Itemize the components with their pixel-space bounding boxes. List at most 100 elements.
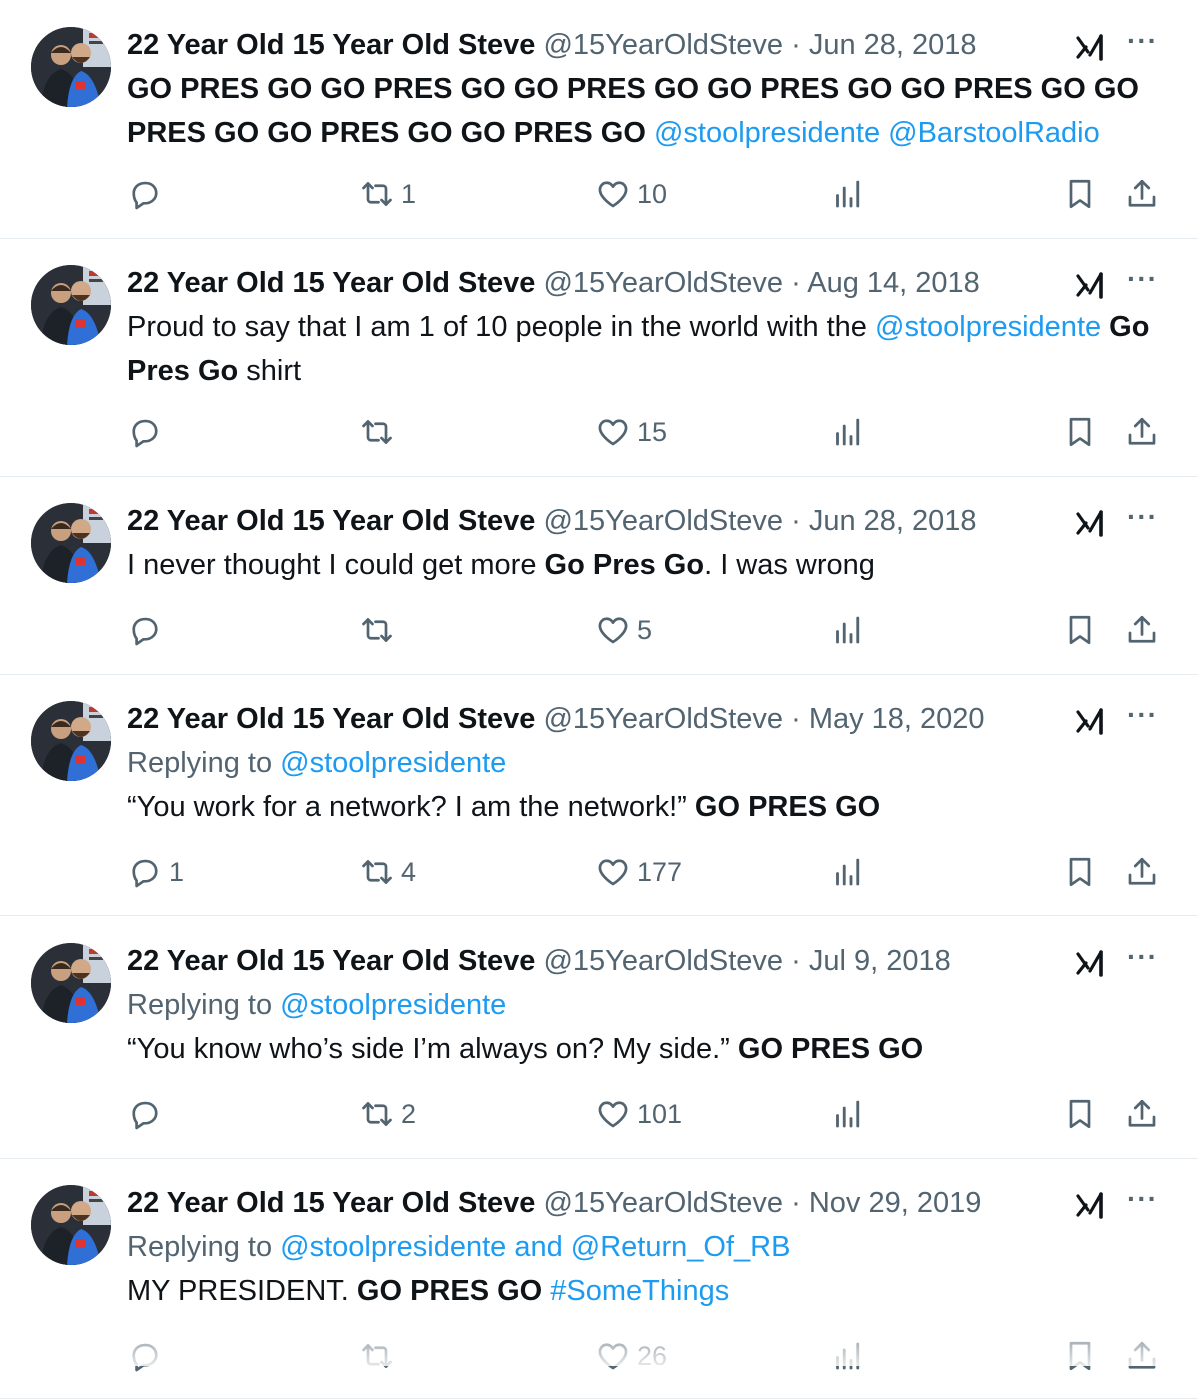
- grok-icon[interactable]: [1074, 704, 1108, 738]
- like-button[interactable]: 10: [595, 174, 667, 214]
- tweet[interactable]: 22 Year Old 15 Year Old Steve @15YearOld…: [0, 675, 1198, 916]
- retweet-button[interactable]: [359, 412, 401, 452]
- grok-icon[interactable]: [1074, 946, 1108, 980]
- grok-icon[interactable]: [1074, 30, 1108, 64]
- reply-button[interactable]: [127, 1336, 169, 1376]
- tweet[interactable]: 22 Year Old 15 Year Old Steve @15YearOld…: [0, 0, 1198, 239]
- bookmark-button[interactable]: [1062, 174, 1098, 214]
- avatar[interactable]: [31, 701, 111, 781]
- views-button[interactable]: [830, 852, 866, 892]
- avatar[interactable]: [31, 943, 111, 1023]
- retweet-button[interactable]: [359, 1336, 401, 1376]
- share-button[interactable]: [1124, 1336, 1160, 1376]
- author-name[interactable]: 22 Year Old 15 Year Old Steve: [127, 945, 535, 977]
- grok-icon[interactable]: [1074, 1188, 1108, 1222]
- author-name[interactable]: 22 Year Old 15 Year Old Steve: [127, 505, 535, 537]
- views-button[interactable]: [830, 1336, 866, 1376]
- bookmark-button[interactable]: [1062, 1336, 1098, 1376]
- like-button[interactable]: 101: [595, 1094, 682, 1134]
- text-segment: . I was wrong: [704, 549, 875, 581]
- author-name[interactable]: 22 Year Old 15 Year Old Steve: [127, 267, 535, 299]
- text-segment: “You work for a network? I am the networ…: [127, 791, 695, 823]
- avatar[interactable]: [31, 503, 111, 583]
- author-handle-date[interactable]: @15YearOldSteve · May 18, 2020: [543, 703, 984, 735]
- retweet-count: 1: [401, 178, 417, 209]
- replying-users-link[interactable]: @stoolpresidente: [280, 989, 506, 1021]
- replying-users-link[interactable]: @stoolpresidente: [280, 747, 506, 779]
- retweet-button[interactable]: 1: [359, 174, 416, 214]
- author-handle-date[interactable]: @15YearOldSteve · Jul 9, 2018: [543, 945, 950, 977]
- share-button[interactable]: [1124, 852, 1160, 892]
- tweet-actions: 1 4 177: [127, 852, 1162, 892]
- mention-link[interactable]: @stoolpresidente @BarstoolRadio: [654, 117, 1100, 149]
- author-name[interactable]: 22 Year Old 15 Year Old Steve: [127, 703, 535, 735]
- author-name[interactable]: 22 Year Old 15 Year Old Steve: [127, 1187, 535, 1219]
- replying-prefix: Replying to: [127, 989, 281, 1021]
- bookmark-button[interactable]: [1062, 1094, 1098, 1134]
- views-button[interactable]: [830, 1094, 866, 1134]
- tweet-text: MY PRESIDENT. GO PRES GO #SomeThings: [127, 1269, 1158, 1313]
- author-handle-date[interactable]: @15YearOldSteve · Aug 14, 2018: [543, 267, 979, 299]
- share-button[interactable]: [1124, 412, 1160, 452]
- like-count: 5: [637, 614, 653, 645]
- like-button[interactable]: 15: [595, 412, 667, 452]
- share-button[interactable]: [1124, 610, 1160, 650]
- more-icon[interactable]: ···: [1127, 503, 1158, 531]
- mention-link[interactable]: #SomeThings: [542, 1275, 729, 1307]
- author-handle-date[interactable]: @15YearOldSteve · Jun 28, 2018: [543, 29, 976, 61]
- bookmark-icon: [1062, 414, 1098, 450]
- retweet-button[interactable]: [359, 610, 401, 650]
- mention-link[interactable]: @stoolpresidente: [875, 311, 1101, 343]
- grok-icon[interactable]: [1074, 268, 1108, 302]
- avatar[interactable]: [31, 265, 111, 345]
- bookmark-button[interactable]: [1062, 412, 1098, 452]
- text-segment: shirt: [238, 355, 302, 387]
- reply-button[interactable]: 1: [127, 852, 184, 892]
- like-button[interactable]: 26: [595, 1336, 667, 1376]
- more-icon[interactable]: ···: [1127, 701, 1158, 729]
- bookmark-button[interactable]: [1062, 852, 1098, 892]
- more-icon[interactable]: ···: [1127, 27, 1158, 55]
- tweet-header: 22 Year Old 15 Year Old Steve @15YearOld…: [127, 261, 1158, 305]
- like-button[interactable]: 5: [595, 610, 652, 650]
- tweet-header: 22 Year Old 15 Year Old Steve @15YearOld…: [127, 939, 1158, 983]
- tweet[interactable]: 22 Year Old 15 Year Old Steve @15YearOld…: [0, 239, 1198, 477]
- views-button[interactable]: [830, 174, 866, 214]
- heart-icon: [595, 854, 631, 890]
- views-button[interactable]: [830, 610, 866, 650]
- reply-button[interactable]: [127, 610, 169, 650]
- tweet[interactable]: 22 Year Old 15 Year Old Steve @15YearOld…: [0, 916, 1198, 1159]
- tweet-text: “You know who’s side I’m always on? My s…: [127, 1027, 1158, 1071]
- tweet-header: 22 Year Old 15 Year Old Steve @15YearOld…: [127, 499, 1158, 543]
- share-icon: [1124, 1338, 1160, 1374]
- author-handle-date[interactable]: @15YearOldSteve · Jun 28, 2018: [543, 505, 976, 537]
- grok-icon[interactable]: [1074, 506, 1108, 540]
- replying-prefix: Replying to: [127, 747, 281, 779]
- author-name[interactable]: 22 Year Old 15 Year Old Steve: [127, 29, 535, 61]
- tweet-actions: 5: [127, 610, 1162, 650]
- avatar[interactable]: [31, 27, 111, 107]
- bookmark-icon: [1062, 612, 1098, 648]
- tweet[interactable]: 22 Year Old 15 Year Old Steve @15YearOld…: [0, 477, 1198, 675]
- views-button[interactable]: [830, 412, 866, 452]
- avatar[interactable]: [31, 1185, 111, 1265]
- tweet[interactable]: 22 Year Old 15 Year Old Steve @15YearOld…: [0, 1159, 1198, 1399]
- retweet-button[interactable]: 4: [359, 852, 416, 892]
- share-button[interactable]: [1124, 1094, 1160, 1134]
- more-icon[interactable]: ···: [1127, 1185, 1158, 1213]
- reply-button[interactable]: [127, 412, 169, 452]
- share-button[interactable]: [1124, 174, 1160, 214]
- retweet-button[interactable]: 2: [359, 1094, 416, 1134]
- reply-button[interactable]: [127, 1094, 169, 1134]
- heart-icon: [595, 414, 631, 450]
- tweet-body: 22 Year Old 15 Year Old Steve @15YearOld…: [127, 23, 1158, 155]
- reply-button[interactable]: [127, 174, 169, 214]
- like-count: 101: [637, 1098, 683, 1129]
- more-icon[interactable]: ···: [1127, 265, 1158, 293]
- replying-users-link[interactable]: @stoolpresidente and @Return_Of_RB: [280, 1231, 790, 1263]
- bookmark-button[interactable]: [1062, 610, 1098, 650]
- tweet-body: 22 Year Old 15 Year Old Steve @15YearOld…: [127, 939, 1158, 1071]
- more-icon[interactable]: ···: [1127, 943, 1158, 971]
- author-handle-date[interactable]: @15YearOldSteve · Nov 29, 2019: [543, 1187, 981, 1219]
- like-button[interactable]: 177: [595, 852, 682, 892]
